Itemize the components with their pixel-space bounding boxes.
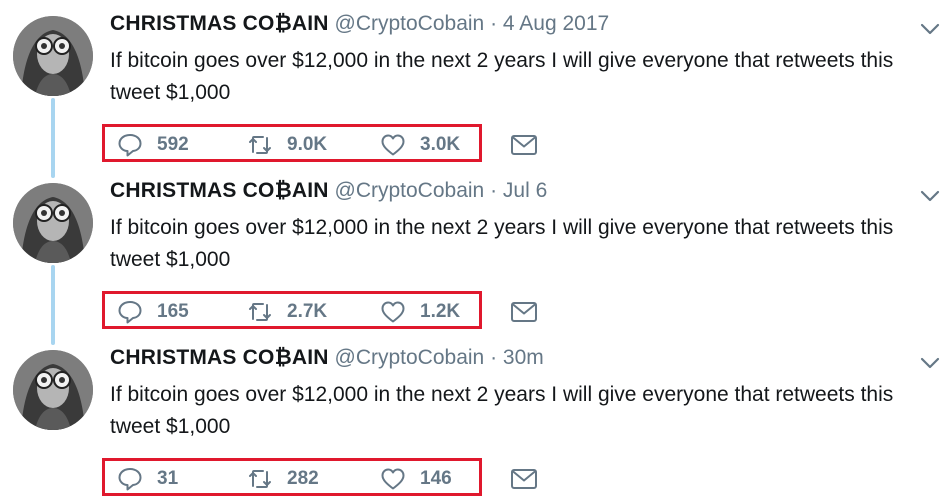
user-handle[interactable]: @CryptoCobain: [335, 346, 485, 369]
user-handle[interactable]: @CryptoCobain: [335, 12, 485, 35]
chevron-down-icon[interactable]: [919, 352, 941, 374]
timestamp[interactable]: 4 Aug 2017: [503, 12, 609, 35]
like-button[interactable]: 3.0K: [380, 131, 460, 159]
like-count: 146: [420, 468, 452, 489]
engagement-highlight-box: 592 9.0K 3.0K: [102, 124, 482, 162]
reply-button[interactable]: 31: [117, 465, 178, 493]
avatar[interactable]: [13, 16, 93, 96]
display-name[interactable]: CHRISTMAS CO₿AIN: [110, 12, 329, 35]
display-name[interactable]: CHRISTMAS CO₿AIN: [110, 346, 329, 369]
chevron-down-icon[interactable]: [919, 18, 941, 40]
engagement-highlight-box: 31 282 146: [102, 458, 482, 496]
reply-icon: [118, 301, 142, 324]
avatar-image: [13, 16, 93, 96]
reply-button[interactable]: 165: [117, 298, 189, 326]
retweet-count: 2.7K: [287, 301, 328, 322]
reply-count: 31: [157, 468, 179, 489]
tweet-text: If bitcoin goes over $12,000 in the next…: [110, 383, 894, 438]
retweet-button[interactable]: 282: [247, 465, 319, 493]
tweet[interactable]: CHRISTMAS CO₿AIN @CryptoCobain · Jul 6 I…: [0, 167, 951, 345]
retweet-button[interactable]: 9.0K: [247, 131, 327, 159]
heart-icon: [381, 301, 405, 323]
tweet-text: If bitcoin goes over $12,000 in the next…: [110, 49, 894, 104]
user-handle[interactable]: @CryptoCobain: [335, 179, 485, 202]
envelope-icon[interactable]: [510, 134, 538, 156]
like-count: 1.2K: [420, 301, 461, 322]
tweet-header: CHRISTMAS CO₿AIN @CryptoCobain · 4 Aug 2…: [110, 11, 609, 37]
thread-connector: [51, 265, 55, 345]
reply-count: 592: [157, 134, 189, 155]
timestamp[interactable]: Jul 6: [503, 179, 547, 202]
timestamp[interactable]: 30m: [503, 346, 544, 369]
separator: ·: [490, 12, 498, 35]
retweet-button[interactable]: 2.7K: [247, 298, 327, 326]
display-name[interactable]: CHRISTMAS CO₿AIN: [110, 179, 329, 202]
retweet-icon: [249, 470, 271, 488]
retweet-count: 9.0K: [287, 134, 328, 155]
like-button[interactable]: 146: [380, 465, 452, 493]
tweet-header: CHRISTMAS CO₿AIN @CryptoCobain · Jul 6: [110, 178, 547, 204]
reply-icon: [118, 468, 142, 491]
retweet-icon: [249, 136, 271, 154]
thread-connector: [51, 98, 55, 178]
avatar-image: [13, 183, 93, 263]
reply-count: 165: [157, 301, 189, 322]
heart-icon: [381, 468, 405, 490]
engagement-highlight-box: 165 2.7K 1.2K: [102, 291, 482, 329]
tweet-text: If bitcoin goes over $12,000 in the next…: [110, 216, 894, 271]
reply-button[interactable]: 592: [117, 131, 189, 159]
retweet-icon: [249, 303, 271, 321]
like-button[interactable]: 1.2K: [380, 298, 460, 326]
envelope-icon[interactable]: [510, 301, 538, 323]
heart-icon: [381, 134, 405, 156]
tweet[interactable]: CHRISTMAS CO₿AIN @CryptoCobain · 4 Aug 2…: [0, 0, 951, 178]
reply-icon: [118, 134, 142, 157]
separator: ·: [490, 179, 498, 202]
chevron-down-icon[interactable]: [919, 185, 941, 207]
retweet-count: 282: [287, 468, 319, 489]
envelope-icon[interactable]: [510, 468, 538, 490]
avatar[interactable]: [13, 350, 93, 430]
tweet-header: CHRISTMAS CO₿AIN @CryptoCobain · 30m: [110, 345, 544, 371]
like-count: 3.0K: [420, 134, 461, 155]
avatar-image: [13, 350, 93, 430]
avatar[interactable]: [13, 183, 93, 263]
tweet[interactable]: CHRISTMAS CO₿AIN @CryptoCobain · 30m If …: [0, 334, 951, 501]
separator: ·: [490, 346, 498, 369]
